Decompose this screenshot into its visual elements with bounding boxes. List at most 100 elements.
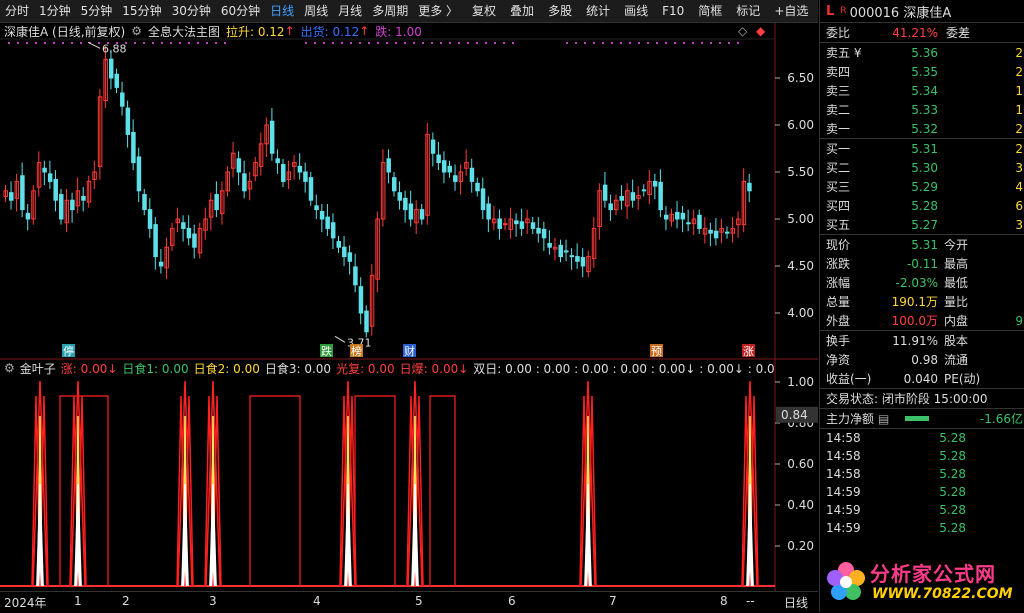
signal-dot xyxy=(368,42,370,44)
indicator-label: 0.60 xyxy=(787,457,814,471)
overlay-button[interactable]: 叠加 xyxy=(505,0,539,22)
list-icon[interactable]: ▤ xyxy=(878,412,889,426)
signal-dot xyxy=(170,42,172,44)
sell-label: 卖四 xyxy=(826,65,851,79)
buy-price: 5.31 xyxy=(911,141,938,156)
stat-value: 190.1万 xyxy=(891,295,938,309)
stat-value: 0.040 xyxy=(903,371,938,386)
sell-label: 卖二 xyxy=(826,103,851,117)
signal-dot xyxy=(44,42,46,44)
candle-body xyxy=(447,165,452,173)
period-more[interactable]: 更多 〉 xyxy=(413,0,463,22)
candle-body xyxy=(608,203,613,211)
simple-frame-button[interactable]: 简框 xyxy=(693,0,727,22)
stats-button[interactable]: 统计 xyxy=(581,0,615,22)
candle-body xyxy=(297,165,303,173)
buy-row[interactable]: 买一 5.31 2 xyxy=(820,139,1024,158)
sell-row[interactable]: 卖四 5.35 2 xyxy=(820,62,1024,81)
time-axis-dash: -- xyxy=(746,594,755,608)
stat-row: 总量 190.1万 量比 xyxy=(820,292,1024,311)
event-badge: 财 xyxy=(403,344,416,358)
candle-body xyxy=(181,222,186,229)
stock-code-name: 000016 深康佳A xyxy=(849,5,952,21)
candle-body xyxy=(136,156,142,192)
stat-label: 股本 xyxy=(944,334,969,348)
signal-dot xyxy=(197,42,199,44)
sell-volume: 1 xyxy=(1015,102,1023,117)
badge-label: 跌 xyxy=(321,344,332,358)
period-1min[interactable]: 1分钟 xyxy=(34,0,76,22)
candle-body xyxy=(358,286,364,314)
period-mode-label[interactable]: 日线 xyxy=(784,594,808,611)
period-30min[interactable]: 30分钟 xyxy=(167,0,216,22)
candle-body xyxy=(314,205,319,211)
candle-body xyxy=(275,158,280,164)
candle-body xyxy=(536,227,541,234)
period-monthly[interactable]: 月线 xyxy=(333,0,367,22)
indicator-item: 日食2: 0.00 xyxy=(193,361,260,376)
indicator-item: 双日: 0.00 : 0.00 : 0.00 : 0.00 : 0.00↓ : … xyxy=(473,361,775,376)
candle-body xyxy=(236,158,242,173)
tick-price: 5.28 xyxy=(939,449,966,463)
indicator-item: 涨: 0.00↓ xyxy=(60,361,118,376)
main-chart[interactable]: 6.883.71停跌榜财预涨 6.506.005.505.004.504.001… xyxy=(0,23,818,610)
sell-price: 5.35 xyxy=(911,64,938,79)
quote-panel: L R 000016 深康佳A 委比 41.21% 委差 卖五 ¥ 5.36 2 卖… xyxy=(819,0,1024,612)
period-weekly[interactable]: 周线 xyxy=(299,0,333,22)
signal-dot xyxy=(629,42,631,44)
draw-line-button[interactable]: 画线 xyxy=(619,0,653,22)
indicator-name[interactable]: 金叶子 xyxy=(20,360,56,376)
period-15min[interactable]: 15分钟 xyxy=(117,0,166,22)
stat-row: 收益(一) 0.040 PE(动) xyxy=(820,369,1024,388)
stat-label: 现价 xyxy=(826,238,851,252)
time-axis-month: 7 xyxy=(609,594,617,608)
buy-volume: 4 xyxy=(1015,179,1023,194)
period-daily[interactable]: 日线 xyxy=(265,0,299,22)
stat-value: 9 xyxy=(1015,313,1023,328)
candle-body xyxy=(386,158,391,173)
period-5min[interactable]: 5分钟 xyxy=(76,0,118,22)
stat-row: 净资 0.98 流通 xyxy=(820,350,1024,369)
watermark-title: 分析家公式网 xyxy=(870,562,996,586)
candle-body xyxy=(641,189,647,192)
buy-row[interactable]: 买五 5.27 3 xyxy=(820,215,1024,234)
indicator-header: ⚙ 金叶子 涨: 0.00↓ 日食1: 0.00 日食2: 0.00 日食3: … xyxy=(0,360,775,376)
candle-body xyxy=(153,224,158,258)
candle-body xyxy=(547,242,552,248)
stat-label: 量比 xyxy=(944,295,969,309)
price-label: 4.00 xyxy=(787,306,814,320)
period-intraday[interactable]: 分时 xyxy=(0,0,34,22)
indicator-item: 光复: 0.00 xyxy=(336,361,395,376)
candle-body xyxy=(186,227,192,239)
settings-icon[interactable]: ⚙ xyxy=(0,361,15,375)
tick-row: 14:58 5.28 xyxy=(820,429,1024,447)
signal-dot xyxy=(440,42,442,44)
stat-label: 内盘 xyxy=(944,314,969,328)
f10-button[interactable]: F10 xyxy=(657,0,689,22)
candle-body xyxy=(25,212,31,220)
indicator-item: 日食3: 0.00 xyxy=(264,361,332,376)
stat-value: 100.0万 xyxy=(891,314,938,328)
buy-row[interactable]: 买四 5.28 6 xyxy=(820,196,1024,215)
buy-row[interactable]: 买三 5.29 4 xyxy=(820,177,1024,196)
sell-row[interactable]: 卖五 ¥ 5.36 2 xyxy=(820,43,1024,62)
mark-button[interactable]: 标记 xyxy=(731,0,765,22)
stat-label: 总量 xyxy=(826,295,851,309)
candle-body xyxy=(403,197,408,211)
time-axis[interactable]: 2024年 1 2 3 4 5 6 7 8 -- 日线 xyxy=(0,591,818,613)
candle-body xyxy=(469,167,475,182)
sell-row[interactable]: 卖三 5.34 1 xyxy=(820,81,1024,100)
buy-row[interactable]: 买二 5.30 3 xyxy=(820,158,1024,177)
period-multi[interactable]: 多周期 xyxy=(367,0,413,22)
sell-row[interactable]: 卖二 5.33 1 xyxy=(820,100,1024,119)
adjust-button[interactable]: 复权 xyxy=(467,0,501,22)
main-flow-row[interactable]: 主力净额 ▤ -1.66亿 xyxy=(820,409,1024,428)
l-badge: L xyxy=(826,3,835,19)
period-60min[interactable]: 60分钟 xyxy=(216,0,265,22)
chart-area[interactable]: 深康佳A (日线,前复权) ⚙ 全息大法主图 拉升: 0.12 ↑ 出货: 0.… xyxy=(0,23,818,610)
sell-label: 卖五 ¥ xyxy=(826,46,862,60)
sell-row[interactable]: 卖一 5.32 2 xyxy=(820,119,1024,138)
add-watchlist-button[interactable]: +自选 xyxy=(769,0,813,22)
multi-stock-button[interactable]: 多股 xyxy=(543,0,577,22)
event-badge: 榜 xyxy=(350,344,363,358)
